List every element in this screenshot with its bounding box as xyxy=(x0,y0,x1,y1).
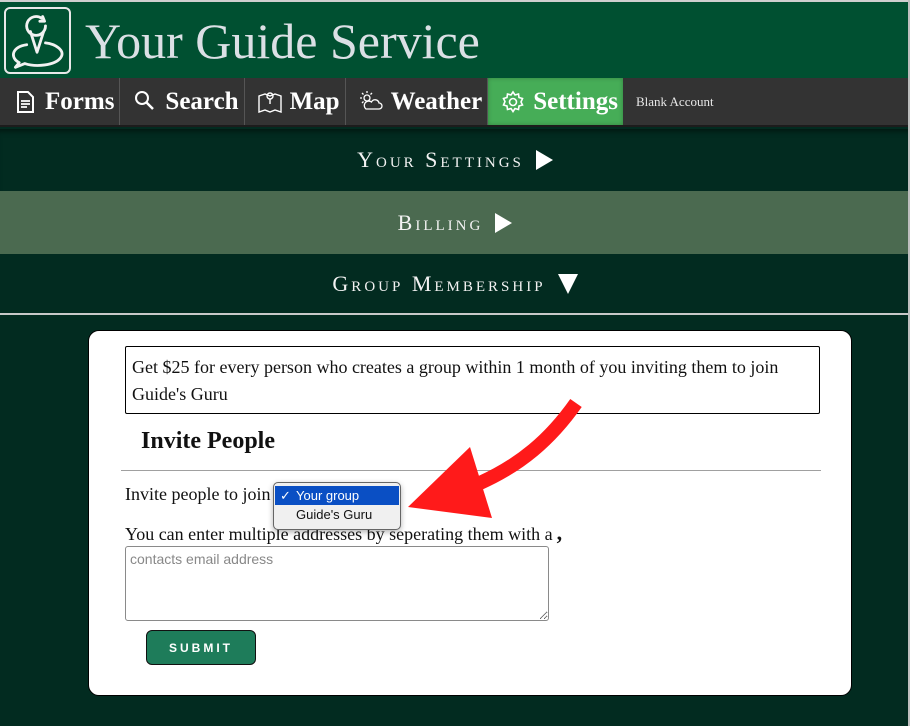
nav-item-search[interactable]: Search xyxy=(120,78,245,125)
gear-icon xyxy=(501,90,525,114)
nav-label: Search xyxy=(165,87,239,115)
separator-char: , xyxy=(556,520,563,545)
accordion-group-membership[interactable]: Group Membership xyxy=(0,254,910,315)
document-icon xyxy=(13,90,37,114)
group-membership-panel: Get $25 for every person who creates a g… xyxy=(88,330,852,696)
nav-item-settings[interactable]: Settings xyxy=(488,78,623,125)
caret-right-icon xyxy=(495,212,513,233)
select-option[interactable]: Guide's Guru xyxy=(275,505,399,524)
accordion-label: Billing xyxy=(397,209,484,235)
caret-down-icon xyxy=(557,273,578,294)
nav-label: Map xyxy=(289,87,340,115)
divider xyxy=(121,470,821,471)
map-icon xyxy=(257,90,282,114)
nav-label: Forms xyxy=(45,87,115,115)
caret-right-icon xyxy=(535,150,553,170)
invite-label: Invite people to join xyxy=(125,484,271,504)
account-link[interactable]: Blank Account xyxy=(623,78,714,125)
checkmark-icon: ✓ xyxy=(280,488,291,503)
weather-icon xyxy=(359,90,383,114)
section-title: Invite People xyxy=(141,428,275,454)
accordion-billing[interactable]: Billing xyxy=(0,191,910,254)
accordion-label: Group Membership xyxy=(332,270,546,296)
nav-label: Weather xyxy=(390,87,483,115)
email-input[interactable] xyxy=(125,546,549,621)
select-option[interactable]: ✓ Your group xyxy=(275,486,399,505)
nav-item-weather[interactable]: Weather xyxy=(346,78,489,125)
app-title: Your Guide Service xyxy=(85,13,480,69)
map-pin-chat-icon xyxy=(12,15,64,69)
nav-label: Settings xyxy=(533,87,618,115)
nav-item-map[interactable]: Map xyxy=(245,78,346,125)
logo[interactable] xyxy=(4,7,71,74)
group-select-dropdown[interactable]: ✓ Your group Guide's Guru xyxy=(273,482,401,530)
app-header: Your Guide Service xyxy=(0,0,910,78)
option-label: Your group xyxy=(296,488,360,503)
submit-button[interactable]: SUBMIT xyxy=(146,630,256,665)
nav-item-forms[interactable]: Forms xyxy=(0,78,121,125)
option-label: Guide's Guru xyxy=(296,507,373,522)
main-nav: Forms Search Map Weather Settings Blank … xyxy=(0,78,910,127)
accordion-your-settings[interactable]: Your Settings xyxy=(0,129,910,191)
search-icon xyxy=(133,90,157,114)
promo-banner: Get $25 for every person who creates a g… xyxy=(125,346,820,414)
accordion-label: Your Settings xyxy=(357,147,524,172)
